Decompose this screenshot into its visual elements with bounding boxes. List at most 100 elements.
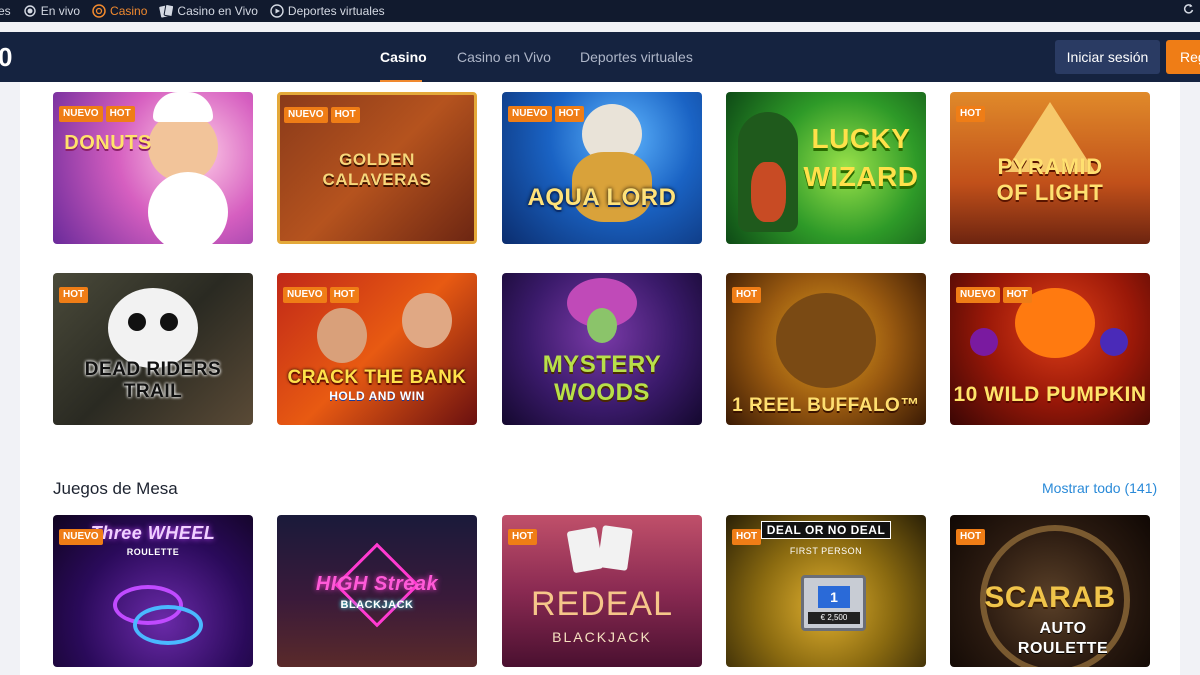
badges: NUEVO bbox=[59, 529, 103, 545]
nuevo-badge: NUEVO bbox=[59, 529, 103, 545]
game-title: 1 REEL BUFFALO™ bbox=[732, 395, 920, 416]
chef-body bbox=[148, 172, 228, 244]
hot-badge: HOT bbox=[105, 106, 135, 122]
cards-icon bbox=[159, 4, 174, 18]
badges: NUEVO HOT bbox=[508, 106, 584, 122]
game-subtitle: ROULETTE bbox=[126, 547, 180, 557]
register-button[interactable]: Reg bbox=[1166, 40, 1200, 74]
game-tile-crack-the-bank[interactable]: CRACK THE BANK HOLD AND WIN NUEVO HOT bbox=[277, 273, 477, 425]
game-title: HIGH Streak bbox=[315, 573, 439, 595]
fruit-plum bbox=[970, 328, 998, 356]
badges: HOT bbox=[732, 529, 762, 545]
hot-badge: HOT bbox=[732, 529, 762, 545]
topnav-item-live[interactable]: En vivo bbox=[23, 4, 80, 18]
game-title: SCARAB bbox=[984, 581, 1116, 614]
topnav-item-virtual-sports[interactable]: Deportes virtuales bbox=[270, 4, 385, 18]
badges: HOT bbox=[508, 529, 538, 545]
game-title: AQUA LORD bbox=[527, 184, 677, 211]
nuevo-badge: NUEVO bbox=[284, 107, 328, 123]
playing-card bbox=[597, 525, 633, 571]
tab-casino[interactable]: Casino bbox=[380, 49, 427, 65]
badges: HOT bbox=[956, 529, 986, 545]
badges: HOT bbox=[732, 287, 762, 303]
refresh-icon[interactable] bbox=[1182, 3, 1194, 18]
site-logo[interactable]: 0 bbox=[0, 42, 12, 73]
character-prisoner bbox=[402, 293, 452, 348]
game-subtitle: BLACKJACK bbox=[552, 629, 652, 645]
topnav-label: Casino bbox=[110, 4, 148, 18]
login-button[interactable]: Iniciar sesión bbox=[1055, 40, 1160, 74]
hot-badge: HOT bbox=[956, 106, 986, 122]
game-tile-dead-riders-trail[interactable]: DEAD RIDERS TRAIL HOT bbox=[53, 273, 253, 425]
game-tile-10-wild-pumpkin[interactable]: 10 WILD PUMPKIN NUEVO HOT bbox=[950, 273, 1150, 425]
topnav-label: Casino en Vivo bbox=[177, 4, 258, 18]
creature-face bbox=[587, 308, 617, 343]
game-lobby: DONUTS NUEVO HOT GOLDEN CALAVERAS NUEVO … bbox=[20, 82, 1180, 675]
game-tile-donuts[interactable]: DONUTS NUEVO HOT bbox=[53, 92, 253, 244]
main-header: 0 Casino Casino en Vivo Deportes virtual… bbox=[0, 32, 1200, 82]
character-cop bbox=[317, 308, 367, 363]
hot-badge: HOT bbox=[554, 106, 584, 122]
hot-badge: HOT bbox=[59, 287, 89, 303]
topnav-item-casino[interactable]: Casino bbox=[92, 4, 147, 18]
topnav-label: Deportes virtuales bbox=[287, 4, 385, 18]
game-tile-1-reel-buffalo[interactable]: 1 REEL BUFFALO™ HOT bbox=[726, 273, 926, 425]
game-title: DONUTS bbox=[64, 132, 152, 154]
hot-badge: HOT bbox=[1002, 287, 1032, 303]
briefcase: 1 € 2,500 bbox=[801, 575, 866, 631]
game-subtitle: BLACKJACK bbox=[340, 599, 414, 611]
game-title: 10 WILD PUMPKIN bbox=[953, 383, 1147, 406]
show-all-link[interactable]: Mostrar todo (141) bbox=[1042, 480, 1157, 496]
game-tile-three-wheel-roulette[interactable]: Three WHEEL ROULETTE NUEVO bbox=[53, 515, 253, 667]
hot-badge: HOT bbox=[329, 287, 359, 303]
game-tile-scarab-auto-roulette[interactable]: SCARAB AUTO ROULETTE HOT bbox=[950, 515, 1150, 667]
topnav-item-live-casino[interactable]: Casino en Vivo bbox=[159, 4, 258, 18]
topnav-label: es bbox=[0, 4, 11, 18]
skull-eye bbox=[160, 313, 178, 331]
badges: NUEVO HOT bbox=[283, 287, 359, 303]
badges: NUEVO HOT bbox=[59, 106, 135, 122]
hot-badge: HOT bbox=[330, 107, 360, 123]
wizard-beard bbox=[751, 162, 786, 222]
game-tile-golden-calaveras[interactable]: GOLDEN CALAVERAS NUEVO HOT bbox=[277, 92, 477, 244]
fruit-grape bbox=[1100, 328, 1128, 356]
badges: NUEVO HOT bbox=[284, 107, 360, 123]
hot-badge: HOT bbox=[956, 529, 986, 545]
section-title-table-games: Juegos de Mesa bbox=[53, 479, 178, 498]
skull-eye bbox=[128, 313, 146, 331]
case-amount: € 2,500 bbox=[808, 612, 860, 624]
chef-hat bbox=[153, 92, 213, 122]
game-title: DEAD RIDERS TRAIL bbox=[84, 359, 222, 402]
game-tile-aqua-lord[interactable]: AQUA LORD NUEVO HOT bbox=[502, 92, 702, 244]
game-subtitle: FIRST PERSON bbox=[789, 546, 863, 556]
badges: HOT bbox=[956, 106, 986, 122]
game-tile-deal-or-no-deal[interactable]: DEAL OR NO DEAL FIRST PERSON 1 € 2,500 H… bbox=[726, 515, 926, 667]
game-tile-high-streak-blackjack[interactable]: HIGH Streak BLACKJACK bbox=[277, 515, 477, 667]
game-title: CRACK THE BANK bbox=[287, 367, 467, 388]
game-tile-redeal-blackjack[interactable]: REDEAL BLACKJACK HOT bbox=[502, 515, 702, 667]
game-title: GOLDEN CALAVERAS bbox=[322, 150, 432, 189]
buffalo-head bbox=[776, 293, 876, 388]
hot-badge: HOT bbox=[732, 287, 762, 303]
game-title: REDEAL bbox=[530, 585, 674, 623]
tab-virtual-sports[interactable]: Deportes virtuales bbox=[580, 49, 693, 65]
game-title: LUCKY WIZARD bbox=[803, 123, 919, 192]
game-tile-mystery-woods[interactable]: MYSTERY WOODS bbox=[502, 273, 702, 425]
game-title: MYSTERY WOODS bbox=[542, 351, 662, 406]
game-tile-lucky-wizard[interactable]: LUCKY WIZARD bbox=[726, 92, 926, 244]
wheel-ring bbox=[133, 605, 203, 645]
play-circle-icon bbox=[270, 4, 284, 18]
casino-chip-icon bbox=[92, 4, 106, 18]
top-nav-bar: es En vivo Casino Casino en Vivo Deporte… bbox=[0, 0, 1200, 22]
game-tile-pyramid-of-light[interactable]: PYRAMID OF LIGHT HOT bbox=[950, 92, 1150, 244]
game-title: PYRAMID OF LIGHT bbox=[996, 154, 1104, 205]
nuevo-badge: NUEVO bbox=[508, 106, 552, 122]
tab-live-casino[interactable]: Casino en Vivo bbox=[457, 49, 551, 65]
topnav-item-sports[interactable]: es bbox=[0, 4, 11, 18]
game-subtitle: AUTO ROULETTE bbox=[1017, 620, 1109, 657]
hot-badge: HOT bbox=[508, 529, 538, 545]
topnav-label: En vivo bbox=[40, 4, 81, 18]
skull-shape bbox=[108, 288, 198, 368]
nuevo-badge: NUEVO bbox=[59, 106, 103, 122]
nuevo-badge: NUEVO bbox=[956, 287, 1000, 303]
